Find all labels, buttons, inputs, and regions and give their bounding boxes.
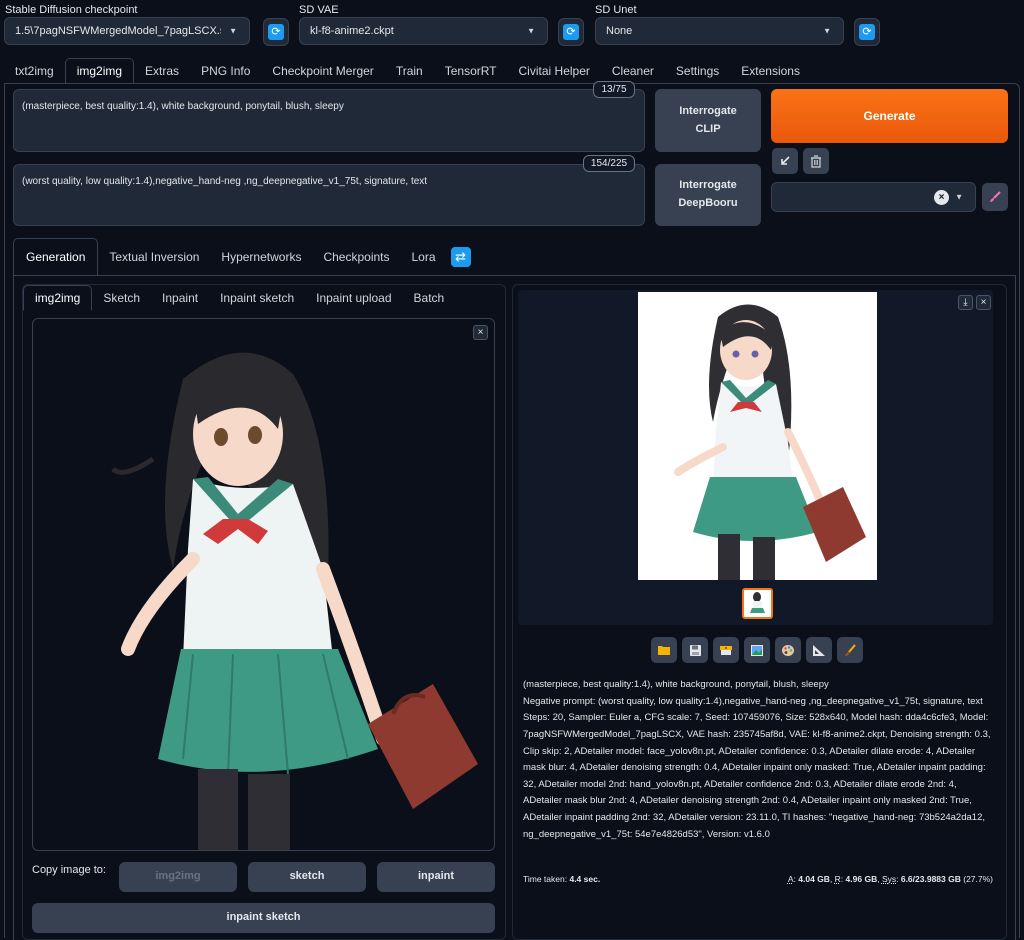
tab-textual-inversion[interactable]: Textual Inversion (98, 238, 210, 276)
checkpoint-refresh-button[interactable]: ⟳ (263, 18, 289, 46)
checkpoint-label: Stable Diffusion checkpoint (5, 4, 138, 16)
refresh-icon: ⟳ (268, 24, 284, 40)
time-taken-value: 4.4 sec. (569, 874, 601, 884)
copy-to-sketch-button[interactable]: sketch (248, 862, 366, 892)
tab-input-img2img[interactable]: img2img (23, 285, 93, 311)
tab-generation[interactable]: Generation (13, 238, 99, 276)
clear-style-icon[interactable]: × (934, 190, 949, 205)
download-icon[interactable]: ⤓ (958, 295, 973, 310)
send-to-img2img-button[interactable] (744, 637, 770, 663)
time-taken: Time taken: 4.4 sec. (523, 874, 600, 884)
paste-arrow-icon (781, 156, 790, 165)
paint-brush-icon (990, 191, 1001, 202)
interrogate-deepbooru-button[interactable]: Interrogate DeepBooru (655, 164, 761, 226)
copy-to-img2img-button[interactable]: img2img (119, 862, 237, 892)
tab-inpaint-upload[interactable]: Inpaint upload (305, 285, 402, 311)
paste-params-button[interactable] (772, 148, 798, 174)
brush-icon (845, 643, 856, 656)
unet-dropdown[interactable]: None ▼ (595, 17, 844, 45)
refresh-icon: ⟳ (859, 24, 875, 40)
tab-img2img[interactable]: img2img (64, 58, 135, 84)
vram-percent: (27.7%) (963, 874, 993, 884)
tab-inpaint-sketch[interactable]: Inpaint sketch (209, 285, 305, 311)
apply-style-button[interactable] (982, 183, 1008, 211)
generation-info: (masterpiece, best quality:1.4), white b… (523, 677, 993, 843)
copy-to-inpaint-sketch-button[interactable]: inpaint sketch (32, 903, 495, 933)
input-tabs: img2img Sketch Inpaint Inpaint sketch In… (23, 285, 455, 311)
triangle-ruler-icon (813, 644, 825, 656)
refresh-icon: ⟳ (563, 24, 579, 40)
close-icon[interactable]: × (976, 295, 991, 310)
tab-lora[interactable]: Lora (401, 238, 447, 276)
clear-prompt-button[interactable] (803, 148, 829, 174)
negative-prompt-textarea[interactable]: (worst quality, low quality:1.4),negativ… (13, 164, 645, 226)
chevron-down-icon: ▼ (823, 26, 831, 36)
copy-image-label: Copy image to: (32, 864, 106, 876)
vae-refresh-button[interactable]: ⟳ (558, 18, 584, 46)
refresh-extra-networks-icon[interactable]: ⇄ (450, 247, 471, 267)
extra-tabs: Generation Textual Inversion Hypernetwor… (13, 238, 471, 276)
negative-token-counter: 154/225 (583, 155, 635, 172)
send-image-icon (751, 644, 763, 656)
unet-refresh-button[interactable]: ⟳ (854, 18, 880, 46)
prompt-token-counter: 13/75 (593, 81, 635, 98)
tab-checkpoint-merger[interactable]: Checkpoint Merger (261, 58, 384, 84)
open-folder-button[interactable] (651, 637, 677, 663)
vae-dropdown[interactable]: kl-f8-anime2.ckpt ▼ (299, 17, 548, 45)
checkpoint-value: 1.5\7pagNSFWMergedModel_7pagLSCX.safeten… (15, 25, 221, 37)
vae-value: kl-f8-anime2.ckpt (310, 25, 394, 37)
send-to-sketch-button[interactable] (837, 637, 863, 663)
tab-inpaint[interactable]: Inpaint (151, 285, 209, 311)
chevron-down-icon: ▼ (229, 26, 237, 36)
tab-png-info[interactable]: PNG Info (190, 58, 261, 84)
input-image (111, 352, 478, 850)
vram-active: 4.04 GB (798, 874, 830, 884)
info-parameters: Steps: 20, Sampler: Euler a, CFG scale: … (523, 712, 991, 840)
unet-value: None (606, 25, 633, 37)
send-to-extras-button[interactable] (806, 637, 832, 663)
tab-hypernetworks[interactable]: Hypernetworks (210, 238, 312, 276)
generate-button[interactable]: Generate (771, 89, 1008, 143)
prompt-textarea[interactable]: (masterpiece, best quality:1.4), white b… (13, 89, 645, 152)
tab-train[interactable]: Train (385, 58, 434, 84)
zip-icon (720, 646, 732, 655)
folder-icon (658, 646, 670, 655)
tab-tensorrt[interactable]: TensorRT (434, 58, 508, 84)
vae-label: SD VAE (299, 4, 339, 16)
tab-civitai-helper[interactable]: Civitai Helper (508, 58, 601, 84)
send-to-inpaint-button[interactable] (775, 637, 801, 663)
interrogate-clip-button[interactable]: Interrogate CLIP (655, 89, 761, 152)
vram-system: 6.6/23.9883 GB (900, 874, 961, 884)
tab-extras[interactable]: Extras (134, 58, 190, 84)
output-image[interactable] (638, 292, 877, 580)
info-negative-prompt: Negative prompt: (worst quality, low qua… (523, 695, 983, 707)
zip-button[interactable] (713, 637, 739, 663)
gallery-thumbnail[interactable] (742, 588, 773, 619)
tab-sketch[interactable]: Sketch (92, 285, 151, 311)
output-image-art (674, 304, 866, 580)
chevron-down-icon: ▼ (527, 26, 535, 36)
palette-icon (782, 644, 794, 656)
tab-batch[interactable]: Batch (403, 285, 456, 311)
save-button[interactable] (682, 637, 708, 663)
save-icon (689, 644, 701, 656)
vram-reserved: 4.96 GB (845, 874, 878, 884)
close-icon[interactable]: × (473, 325, 488, 340)
tab-checkpoints[interactable]: Checkpoints (312, 238, 400, 276)
vram-usage: A: 4.04 GB, R: 4.96 GB, Sys: 6.6/23.9883… (787, 874, 993, 884)
input-image-canvas[interactable]: × (32, 318, 495, 851)
time-taken-label: Time taken: (523, 874, 568, 884)
styles-dropdown[interactable]: × ▼ (771, 182, 976, 212)
thumbnail-art (750, 592, 765, 613)
copy-to-inpaint-button[interactable]: inpaint (377, 862, 495, 892)
info-prompt: (masterpiece, best quality:1.4), white b… (523, 679, 829, 690)
tab-txt2img[interactable]: txt2img (4, 58, 65, 84)
trash-icon (811, 154, 821, 168)
chevron-down-icon: ▼ (955, 192, 963, 202)
tab-extensions[interactable]: Extensions (730, 58, 811, 84)
checkpoint-dropdown[interactable]: 1.5\7pagNSFWMergedModel_7pagLSCX.safeten… (4, 17, 250, 45)
main-tabs: txt2img img2img Extras PNG Info Checkpoi… (4, 58, 811, 84)
tab-settings[interactable]: Settings (665, 58, 730, 84)
unet-label: SD Unet (595, 4, 637, 16)
